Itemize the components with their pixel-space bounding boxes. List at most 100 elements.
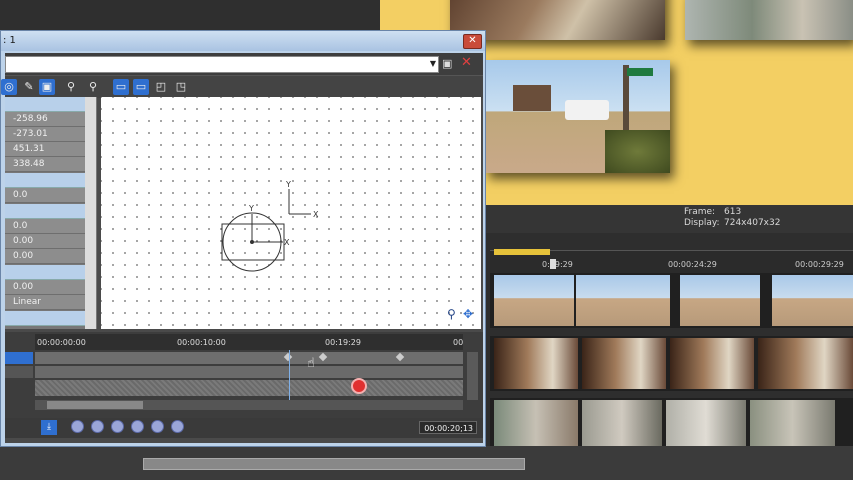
- section-header-position[interactable]: [5, 97, 85, 112]
- window-title: : 1: [3, 35, 16, 46]
- clip-farm-4[interactable]: [772, 275, 853, 326]
- delete-keyframe-icon[interactable]: [131, 420, 144, 433]
- keyframe-diamond[interactable]: [318, 352, 328, 362]
- move-y-only-icon[interactable]: ◳: [173, 79, 189, 95]
- clip-cyclists-3[interactable]: [666, 400, 746, 448]
- prop-value[interactable]: Linear: [5, 295, 85, 310]
- ruler-tick-2: 00:00:24:29: [668, 260, 717, 269]
- prop-value[interactable]: 451.31: [5, 142, 85, 157]
- prop-value[interactable]: 0.00: [5, 280, 85, 295]
- keyframe-controls: ⤓ 00:00:20;13: [5, 418, 483, 438]
- outer-x-label: X: [313, 210, 319, 219]
- playhead-marker[interactable]: [550, 259, 556, 269]
- keyframe-lane-rotation[interactable]: [35, 366, 463, 378]
- preset-dropdown[interactable]: ▼: [5, 56, 439, 73]
- last-keyframe-icon[interactable]: [171, 420, 184, 433]
- pan-crop-window: : 1 ✕ ▼ ▣ ✕ ◎ ✎ ▣ ⚲ ⚲ ▭ ▭ ◰ ◳ -258.96 -2…: [0, 30, 486, 447]
- previous-keyframe-icon[interactable]: [91, 420, 104, 433]
- properties-scrollbar[interactable]: [85, 97, 96, 329]
- size-about-center-icon[interactable]: ▭: [113, 79, 129, 95]
- timeline-scroll-thumb[interactable]: [143, 458, 525, 470]
- canvas-overlay: Y X Y X: [221, 180, 319, 272]
- prop-value[interactable]: 0.0: [5, 219, 85, 234]
- clip-cat-4[interactable]: [758, 338, 853, 389]
- zoom-icon[interactable]: ⚲: [447, 307, 456, 321]
- frame-label: Frame:: [684, 207, 716, 217]
- ruler-tick-1: 0:19:29: [542, 260, 573, 269]
- clip-cyclists-2[interactable]: [582, 400, 662, 448]
- hand-cursor-icon: ☝: [307, 356, 315, 371]
- section-header-source[interactable]: [5, 311, 85, 326]
- window-body: ▼ ▣ ✕ ◎ ✎ ▣ ⚲ ⚲ ▭ ▭ ◰ ◳ -258.96 -273.01 …: [1, 53, 483, 443]
- clip-cat-3[interactable]: [670, 338, 754, 389]
- prop-value[interactable]: 338.48: [5, 157, 85, 172]
- clip-farm-3[interactable]: [680, 275, 760, 326]
- window-titlebar[interactable]: : 1 ✕: [1, 31, 485, 51]
- clip-farm-2[interactable]: [576, 275, 670, 326]
- tool-bar: ◎ ✎ ▣ ⚲ ⚲ ▭ ▭ ◰ ◳: [1, 75, 483, 98]
- prop-value[interactable]: -273.01: [5, 127, 85, 142]
- keyframe-controller: 00:00:00:00 00:00:10:00 00:19:29 00 ☝ ⤓: [5, 332, 483, 438]
- frame-value: 613: [724, 207, 742, 217]
- save-icon[interactable]: ▣: [442, 57, 454, 70]
- section-header-rotation[interactable]: [5, 173, 85, 188]
- clip-cyclists-1[interactable]: [494, 400, 578, 448]
- track-video-2[interactable]: [490, 336, 853, 391]
- clip-cyclists-4[interactable]: [750, 400, 835, 448]
- kf-tick-4: 00: [453, 338, 464, 347]
- keyframe-lane-position[interactable]: [35, 352, 463, 364]
- prop-value[interactable]: 0.0: [5, 188, 85, 203]
- background-toolbar: [0, 0, 380, 30]
- lock-aspect-icon[interactable]: ⚲: [85, 79, 101, 95]
- normal-edit-tool-icon[interactable]: ◎: [1, 79, 17, 95]
- cursor-timecode[interactable]: 00:00:20;13: [419, 421, 477, 434]
- track-label-position[interactable]: [5, 352, 33, 364]
- kf-tick-2: 00:00:10:00: [177, 338, 226, 347]
- next-keyframe-icon[interactable]: [151, 420, 164, 433]
- add-keyframe-icon[interactable]: [111, 420, 124, 433]
- clip-cat-1[interactable]: [494, 338, 578, 389]
- keyframe-cursor[interactable]: [289, 350, 290, 400]
- track-video-1[interactable]: [490, 273, 853, 328]
- timeline-ruler[interactable]: 0:19:29 00:00:24:29 00:00:29:29: [490, 249, 853, 273]
- display-label: Display:: [684, 218, 720, 228]
- inner-y-label: Y: [248, 204, 254, 213]
- move-freely-icon[interactable]: ▭: [133, 79, 149, 95]
- loop-region[interactable]: [494, 249, 550, 255]
- enable-rotation-icon[interactable]: ▣: [39, 79, 55, 95]
- first-keyframe-icon[interactable]: [71, 420, 84, 433]
- keyframe-vscroll[interactable]: [467, 352, 478, 400]
- delete-preset-button[interactable]: ✕: [461, 55, 472, 70]
- preset-row: ▼ ▣ ✕: [5, 53, 483, 75]
- sync-cursor-icon[interactable]: ⤓: [41, 420, 57, 435]
- move-icon[interactable]: ✥: [463, 307, 473, 321]
- prop-value[interactable]: -258.96: [5, 112, 85, 127]
- pan-crop-canvas[interactable]: Y X Y X ⚲ ✥: [101, 97, 481, 329]
- keyframe-scrollbar[interactable]: [35, 400, 463, 410]
- record-icon: [351, 378, 367, 394]
- keyframe-diamond[interactable]: [283, 352, 293, 362]
- display-value: 724x407x32: [724, 218, 781, 228]
- snap-to-grid-icon[interactable]: ⚲: [63, 79, 79, 95]
- track-video-3[interactable]: [490, 398, 853, 450]
- prop-value[interactable]: 0.00: [5, 234, 85, 249]
- keyframe-diamond[interactable]: [395, 352, 405, 362]
- zoom-edit-tool-icon[interactable]: ✎: [21, 79, 37, 95]
- section-header-keyframe[interactable]: [5, 204, 85, 219]
- prop-value[interactable]: 0.00: [5, 249, 85, 264]
- ruler-tick-3: 00:00:29:29: [795, 260, 844, 269]
- frame-info-panel: Frame: 613 Display: 724x407x32: [486, 205, 853, 233]
- keyframe-scroll-thumb[interactable]: [47, 401, 143, 409]
- move-x-only-icon[interactable]: ◰: [153, 79, 169, 95]
- chevron-down-icon: ▼: [429, 59, 436, 68]
- kf-tick-1: 00:00:00:00: [37, 338, 86, 347]
- center-handle[interactable]: [250, 240, 254, 244]
- clip-cat-2[interactable]: [582, 338, 666, 389]
- keyframe-lane-workspace[interactable]: [35, 378, 463, 396]
- window-close-button[interactable]: ✕: [463, 34, 482, 49]
- track-label-rotation[interactable]: [5, 366, 33, 378]
- section-header-workspace[interactable]: [5, 265, 85, 280]
- bottom-scroll-bar[interactable]: [0, 446, 853, 480]
- clip-farm-1[interactable]: [494, 275, 574, 326]
- keyframe-ruler[interactable]: 00:00:00:00 00:00:10:00 00:19:29 00: [35, 334, 463, 350]
